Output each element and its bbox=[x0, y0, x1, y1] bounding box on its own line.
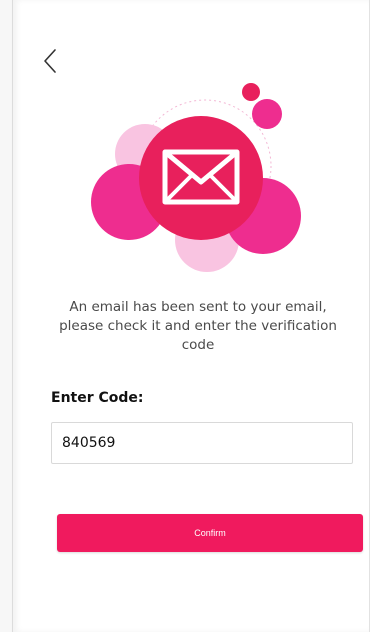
verification-screen: An email has been sent to your email, pl… bbox=[12, 0, 370, 632]
app-frame: An email has been sent to your email, pl… bbox=[0, 0, 370, 632]
back-button[interactable] bbox=[39, 44, 65, 78]
verification-code-input[interactable] bbox=[51, 422, 353, 464]
instruction-message: An email has been sent to your email, pl… bbox=[59, 299, 337, 353]
code-label: Enter Code: bbox=[51, 390, 144, 406]
chevron-left-icon bbox=[44, 49, 56, 73]
email-illustration bbox=[77, 80, 317, 280]
confirm-button[interactable]: Confirm bbox=[57, 514, 363, 552]
envelope-icon bbox=[91, 83, 301, 272]
